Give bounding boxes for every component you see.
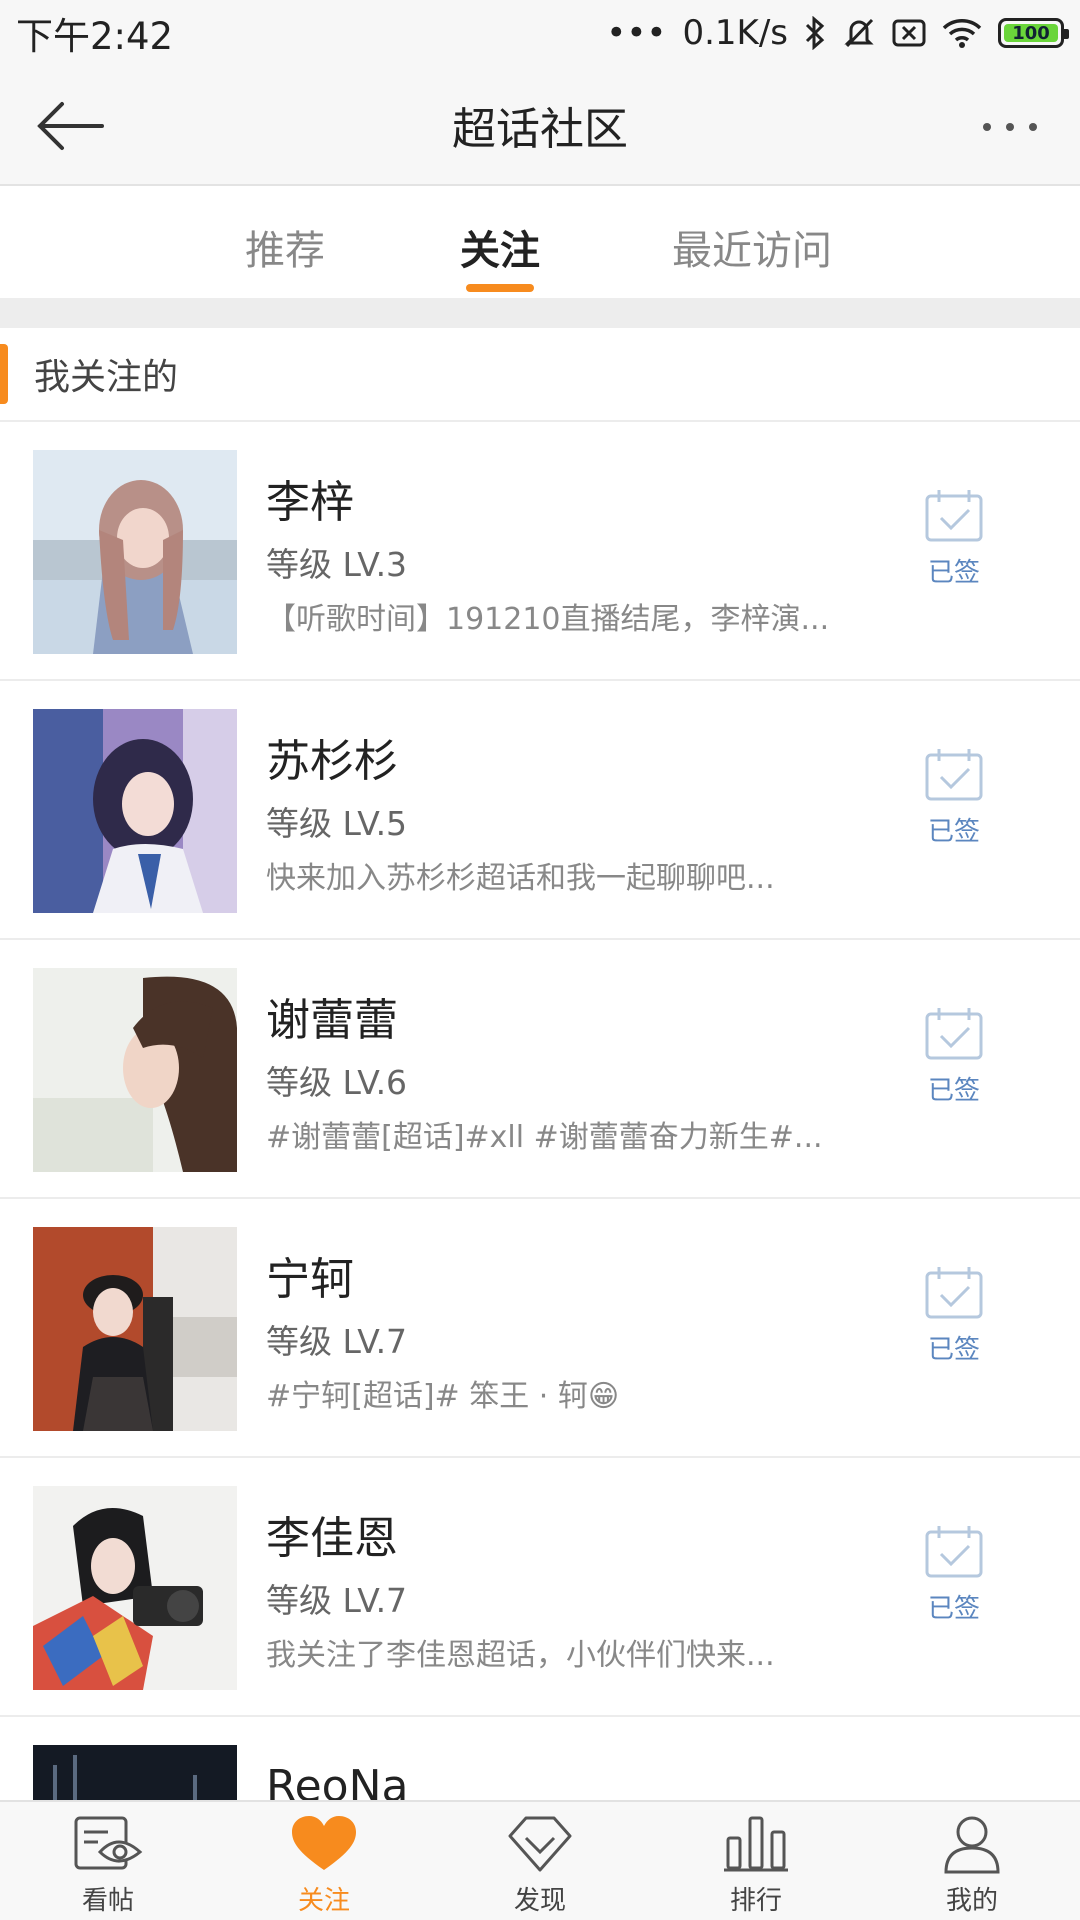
avatar: [33, 1486, 237, 1690]
status-bar: 下午2:42 ••• 0.1K/s 100: [0, 0, 1080, 66]
network-speed: 0.1K/s: [682, 13, 788, 53]
list-item[interactable]: 苏杉杉 等级 LV.5 快来加入苏杉杉超话和我一起聊聊吧... 已签: [0, 681, 1080, 940]
eye-card-icon: [74, 1816, 143, 1870]
avatar: [33, 709, 237, 913]
community-name: 李佳恩: [266, 1513, 398, 1564]
nav-item-following[interactable]: 关注: [216, 1802, 432, 1920]
list-item[interactable]: 李梓 等级 LV.3 【听歌时间】191210直播结尾，李梓演... 已签: [0, 422, 1080, 681]
community-desc: 快来加入苏杉杉超话和我一起聊聊吧...: [266, 861, 775, 896]
list-item[interactable]: 宁轲 等级 LV.7 #宁轲[超话]# 笨王 · 轲😁 已签: [0, 1199, 1080, 1458]
tab-following[interactable]: 关注: [460, 188, 540, 292]
community-level: 等级 LV.3: [266, 545, 408, 584]
bar-chart-icon: [724, 1816, 788, 1872]
community-level: 等级 LV.7: [266, 1322, 408, 1361]
avatar: [33, 968, 237, 1172]
calendar-check-icon: [925, 1267, 983, 1319]
battery-level: 100: [1012, 22, 1050, 44]
signed-label: 已签: [927, 817, 980, 847]
divider: [0, 298, 1080, 328]
signed-label: 已签: [927, 1076, 980, 1106]
community-level: 等级 LV.6: [266, 1063, 408, 1102]
community-name: 宁轲: [266, 1254, 354, 1305]
tab-active-indicator: [466, 284, 534, 292]
community-name: 李梓: [266, 477, 354, 528]
signed-button[interactable]: 已签: [912, 747, 996, 848]
tab-label: 最近访问: [672, 228, 832, 274]
section-title: 我关注的: [34, 357, 179, 398]
community-name: 谢蕾蕾: [266, 995, 398, 1046]
status-time: 下午2:42: [16, 15, 174, 58]
signed-button[interactable]: 已签: [912, 488, 996, 589]
mute-icon: [844, 18, 874, 48]
sim-icon: [892, 19, 926, 47]
wifi-icon: [942, 19, 982, 48]
signal-dots-icon: •••: [606, 13, 667, 53]
community-name: 苏杉杉: [266, 736, 398, 787]
more-dot: [1029, 123, 1037, 131]
arrow-left-icon: [37, 102, 104, 150]
list-item[interactable]: 谢蕾蕾 等级 LV.6 #谢蕾蕾[超话]#xll #谢蕾蕾奋力新生#... 已签: [0, 940, 1080, 1199]
nav-item-posts[interactable]: 看帖: [0, 1802, 216, 1920]
bluetooth-icon: [805, 16, 825, 50]
bottom-nav: 看帖 关注 发现 排行 我的: [0, 1800, 1080, 1920]
back-button[interactable]: [30, 96, 110, 156]
community-desc: #宁轲[超话]# 笨王 · 轲😁: [266, 1379, 620, 1414]
community-desc: 我关注了李佳恩超话，小伙伴们快来...: [266, 1638, 775, 1673]
community-level: 等级 LV.5: [266, 804, 408, 843]
tab-label: 关注: [460, 228, 540, 274]
nav-label: 我的: [945, 1886, 998, 1916]
tab-recommend[interactable]: 推荐: [245, 188, 325, 276]
super-topic-page: 下午2:42 ••• 0.1K/s 100 超话社区 推荐 关注 最近访问 我关…: [0, 0, 1080, 1920]
signed-button[interactable]: 已签: [912, 1265, 996, 1366]
avatar: [33, 450, 237, 654]
nav-label: 关注: [297, 1886, 350, 1916]
heart-icon: [292, 1816, 356, 1870]
page-title: 超话社区: [452, 104, 628, 155]
battery-icon: 100: [998, 18, 1069, 48]
signed-label: 已签: [927, 558, 980, 588]
avatar: [33, 1227, 237, 1431]
section-header: 我关注的: [0, 328, 1080, 422]
tab-label: 推荐: [245, 228, 325, 274]
nav-label: 排行: [729, 1886, 782, 1916]
more-button[interactable]: [970, 112, 1050, 142]
calendar-check-icon: [925, 490, 983, 542]
calendar-check-icon: [925, 1008, 983, 1060]
calendar-check-icon: [925, 1526, 983, 1578]
signed-label: 已签: [927, 1335, 980, 1365]
nav-header: 超话社区: [0, 66, 1080, 186]
community-list: 李梓 等级 LV.3 【听歌时间】191210直播结尾，李梓演... 已签 苏杉…: [0, 422, 1080, 1920]
section-accent-bar: [0, 344, 8, 404]
person-icon: [944, 1816, 1000, 1874]
nav-item-discover[interactable]: 发现: [432, 1802, 648, 1920]
signed-button[interactable]: 已签: [912, 1006, 996, 1107]
signed-label: 已签: [927, 1594, 980, 1624]
community-desc: #谢蕾蕾[超话]#xll #谢蕾蕾奋力新生#...: [266, 1120, 823, 1155]
tab-recent[interactable]: 最近访问: [672, 188, 832, 276]
calendar-check-icon: [925, 749, 983, 801]
community-desc: 【听歌时间】191210直播结尾，李梓演...: [266, 602, 830, 637]
nav-item-me[interactable]: 我的: [864, 1802, 1080, 1920]
signed-button[interactable]: 已签: [912, 1524, 996, 1625]
status-icons: ••• 0.1K/s 100: [606, 13, 1069, 53]
nav-label: 看帖: [81, 1886, 134, 1916]
diamond-icon: [508, 1816, 572, 1872]
more-dot: [1006, 123, 1014, 131]
tab-bar: 推荐 关注 最近访问: [0, 188, 1080, 298]
nav-label: 发现: [513, 1886, 566, 1916]
nav-item-ranking[interactable]: 排行: [648, 1802, 864, 1920]
list-item[interactable]: 李佳恩 等级 LV.7 我关注了李佳恩超话，小伙伴们快来... 已签: [0, 1458, 1080, 1717]
community-level: 等级 LV.7: [266, 1581, 408, 1620]
more-dot: [983, 123, 991, 131]
